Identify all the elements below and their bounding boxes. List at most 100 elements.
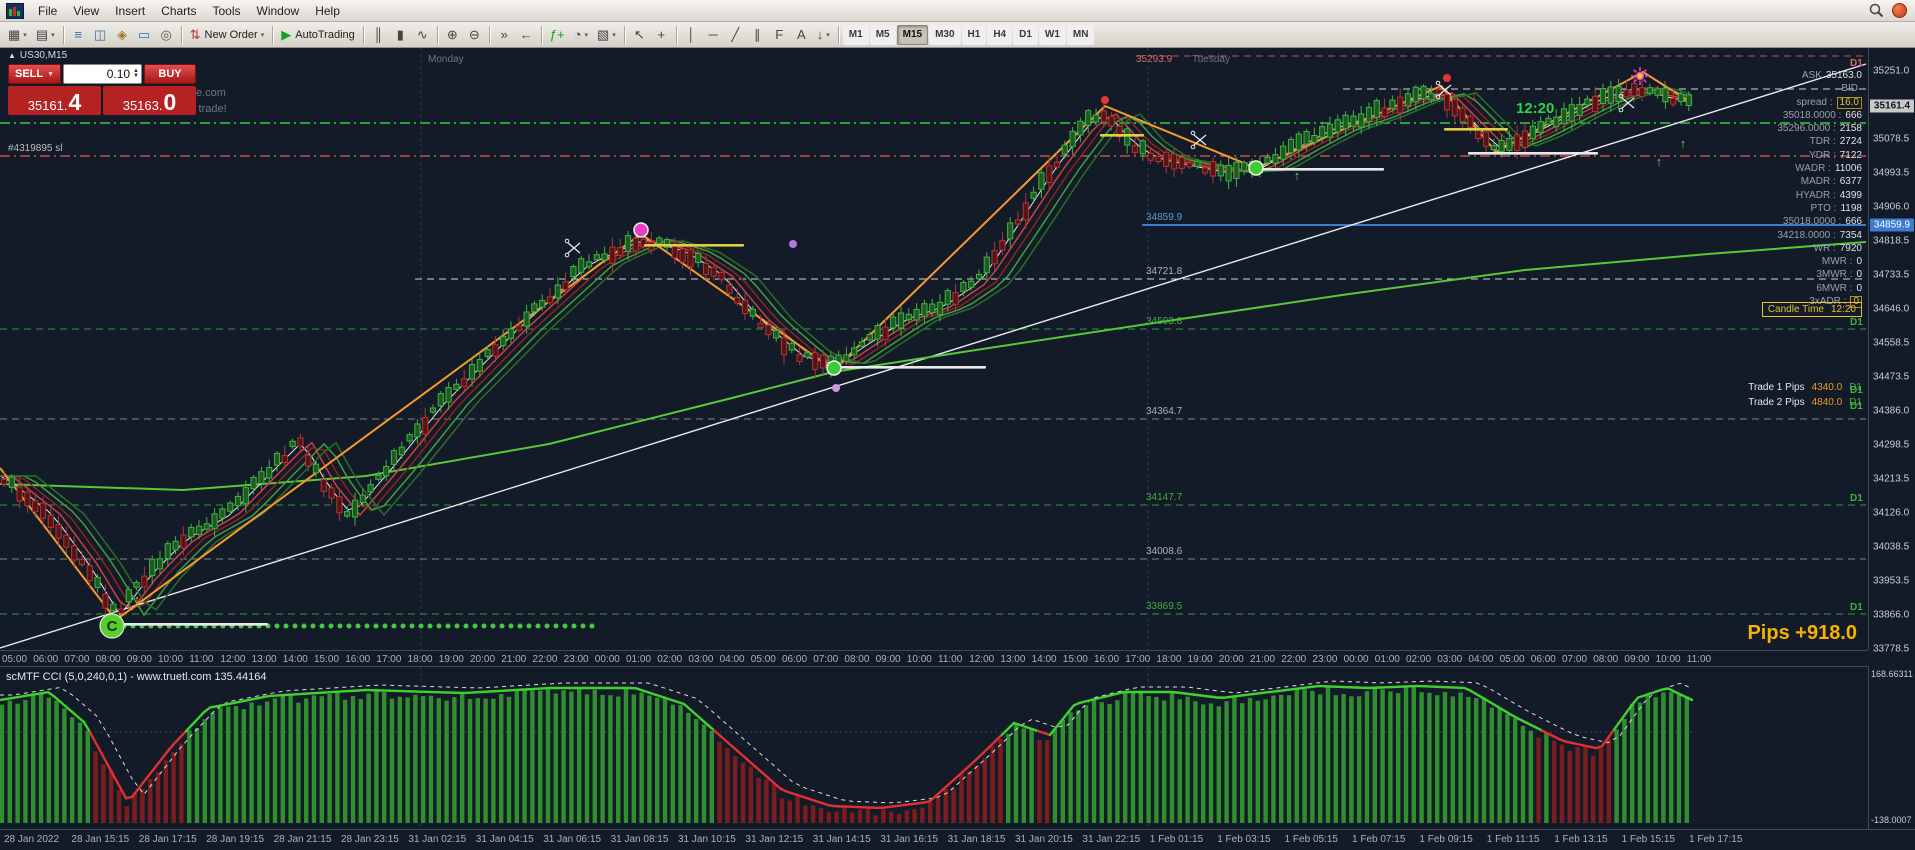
- time-axis-label: 05:00: [2, 654, 28, 665]
- sun-signal-icon: [1631, 67, 1649, 85]
- chart-shift-button[interactable]: ←: [516, 24, 537, 45]
- sell-dropdown-icon[interactable]: ▼: [47, 71, 54, 78]
- new-order-button[interactable]: ⇅ New Order ▾: [186, 24, 269, 45]
- time-axis-label: 06:00: [1530, 654, 1556, 665]
- timeframe-m1-button[interactable]: M1: [842, 24, 869, 45]
- info-row: 34218.0000 :7354: [1777, 229, 1862, 241]
- volume-input[interactable]: 0.10 ▲ ▼: [63, 64, 142, 84]
- price-axis[interactable]: 35251.0 35161.4 35078.5 34993.5 34906.0 34859…: [1868, 48, 1915, 655]
- market-watch-button[interactable]: ≡: [68, 24, 89, 45]
- dropdown-icon[interactable]: ▾: [584, 31, 588, 39]
- svg-text:34721.8: 34721.8: [1146, 266, 1183, 277]
- timeframe-mn-button[interactable]: MN: [1066, 24, 1095, 45]
- date-axis-label: 1 Feb 07:15: [1352, 834, 1406, 845]
- info-row: PTO :1198: [1810, 202, 1862, 214]
- periods-button[interactable]: ◔ ▾: [570, 24, 592, 45]
- menu-item-help[interactable]: Help: [307, 2, 348, 20]
- buy-price[interactable]: 35163. 0: [103, 86, 196, 115]
- time-axis-label: 14:00: [282, 654, 308, 665]
- toolbar-separator: [623, 25, 625, 44]
- toolbar-separator: [675, 25, 677, 44]
- date-axis: 28 Jan 2022 28 Jan 15:15 28 Jan 17:15 28 Ja…: [0, 829, 1915, 850]
- chart-tab[interactable]: ▲ US30,M15: [8, 50, 67, 61]
- dropdown-icon[interactable]: ▾: [826, 31, 830, 39]
- horizontal-line-button[interactable]: ─: [703, 24, 724, 45]
- time-axis-label: 15:00: [1062, 654, 1088, 665]
- channel-button[interactable]: ∥: [747, 24, 768, 45]
- volume-spinner[interactable]: ▲ ▼: [133, 68, 139, 79]
- cci-chart: [0, 667, 1694, 830]
- menu-item-charts[interactable]: Charts: [153, 2, 204, 20]
- fibonacci-button[interactable]: F: [769, 24, 790, 45]
- navigator-button[interactable]: ◈: [112, 24, 133, 45]
- search-icon[interactable]: [1869, 3, 1884, 18]
- auto-scroll-button[interactable]: »: [494, 24, 515, 45]
- crosshair-button[interactable]: +: [651, 24, 672, 45]
- timeframe-d1-button[interactable]: D1: [1013, 24, 1038, 45]
- arrows-button[interactable]: ↓ ▾: [813, 24, 834, 45]
- toolbar-separator: [540, 25, 542, 44]
- terminal-button[interactable]: ▭: [134, 24, 155, 45]
- svg-text:D1: D1: [1850, 602, 1863, 613]
- time-axis-label: 22:00: [532, 654, 558, 665]
- text-button[interactable]: A: [791, 24, 812, 45]
- data-window-button[interactable]: ◫: [90, 24, 111, 45]
- price-axis-label: 34859.9: [1870, 218, 1914, 232]
- sell-button[interactable]: SELL ▼: [8, 64, 62, 84]
- time-axis-label: 11:00: [1686, 654, 1712, 665]
- chart-area[interactable]: ↑ ↑ ↑ ↑ ↑ ↓ ↓ C Monday 35293.9 Tuesday 34859.9 34721…: [0, 48, 1868, 650]
- vertical-line-button[interactable]: │: [681, 24, 702, 45]
- bar-chart-button[interactable]: ║: [368, 24, 389, 45]
- trendline-button[interactable]: ╱: [725, 24, 746, 45]
- cci-indicator-panel[interactable]: scMTF CCI (5,0,240,0,1) - www.truetl.com…: [0, 666, 1868, 830]
- dropdown-icon[interactable]: ▾: [51, 31, 55, 39]
- time-axis-label: 14:00: [1031, 654, 1057, 665]
- zoom-in-button[interactable]: ⊕: [442, 24, 463, 45]
- time-axis-label: 21:00: [1250, 654, 1276, 665]
- time-axis-label: 12:00: [220, 654, 246, 665]
- dropdown-icon[interactable]: ▾: [612, 31, 616, 39]
- date-axis-label: 31 Jan 02:15: [408, 834, 467, 845]
- time-axis-label: 02:00: [1406, 654, 1432, 665]
- info-row: MWR :0: [1821, 256, 1862, 268]
- menu-item-view[interactable]: View: [65, 2, 107, 20]
- menu-item-tools[interactable]: Tools: [205, 2, 249, 20]
- timeframe-h1-button[interactable]: H1: [961, 24, 987, 45]
- timeframe-m30-button[interactable]: M30: [929, 24, 961, 45]
- svg-text:e.com: e.com: [196, 87, 226, 99]
- dropdown-icon[interactable]: ▾: [261, 31, 265, 39]
- price-chart[interactable]: ↑ ↑ ↑ ↑ ↑ ↓ ↓ C Monday 35293.9 Tuesday 34859.9 34721…: [0, 48, 1868, 650]
- info-row: 3MWR :0: [1816, 269, 1862, 281]
- timeframe-m5-button[interactable]: M5: [869, 24, 896, 45]
- time-axis-label: 18:00: [407, 654, 433, 665]
- time-axis-label: 05:00: [750, 654, 776, 665]
- menu-item-insert[interactable]: Insert: [107, 2, 153, 20]
- time-axis-label: 21:00: [501, 654, 527, 665]
- cursor-button[interactable]: ↖: [629, 24, 650, 45]
- date-axis-label: 1 Feb 09:15: [1419, 834, 1473, 845]
- toolbar-separator: [436, 25, 438, 44]
- line-chart-button[interactable]: ∿: [412, 24, 433, 45]
- time-axis-label: 09:00: [126, 654, 152, 665]
- notifications-icon[interactable]: [1892, 3, 1907, 18]
- timeframe-h4-button[interactable]: H4: [987, 24, 1013, 45]
- info-row: 35018.0000 :666: [1782, 109, 1862, 121]
- time-axis-label: 00:00: [1343, 654, 1369, 665]
- new-chart-button[interactable]: ▦ ▾: [4, 24, 31, 45]
- autotrading-button[interactable]: ▶ AutoTrading: [277, 24, 359, 45]
- timeframe-m15-button[interactable]: M15: [896, 24, 929, 45]
- time-axis[interactable]: 05:00 06:00 07:00 08:00 09:00 10:00 11:00 12:00…: [0, 650, 1868, 666]
- buy-button[interactable]: BUY: [144, 64, 196, 84]
- zoom-out-button[interactable]: ⊖: [464, 24, 485, 45]
- timeframe-w1-button[interactable]: W1: [1038, 24, 1066, 45]
- profiles-button[interactable]: ▤ ▾: [32, 24, 59, 45]
- menu-item-file[interactable]: File: [30, 2, 65, 20]
- date-axis-label: 31 Jan 06:15: [543, 834, 602, 845]
- menu-item-window[interactable]: Window: [249, 2, 308, 20]
- strategy-tester-button[interactable]: ◎: [156, 24, 177, 45]
- indicators-button[interactable]: ƒ+: [546, 24, 569, 45]
- templates-button[interactable]: ▧ ▾: [593, 24, 620, 45]
- candlestick-chart-button[interactable]: ▮: [390, 24, 411, 45]
- sell-price[interactable]: 35161. 4: [8, 86, 101, 115]
- dropdown-icon[interactable]: ▾: [23, 31, 27, 39]
